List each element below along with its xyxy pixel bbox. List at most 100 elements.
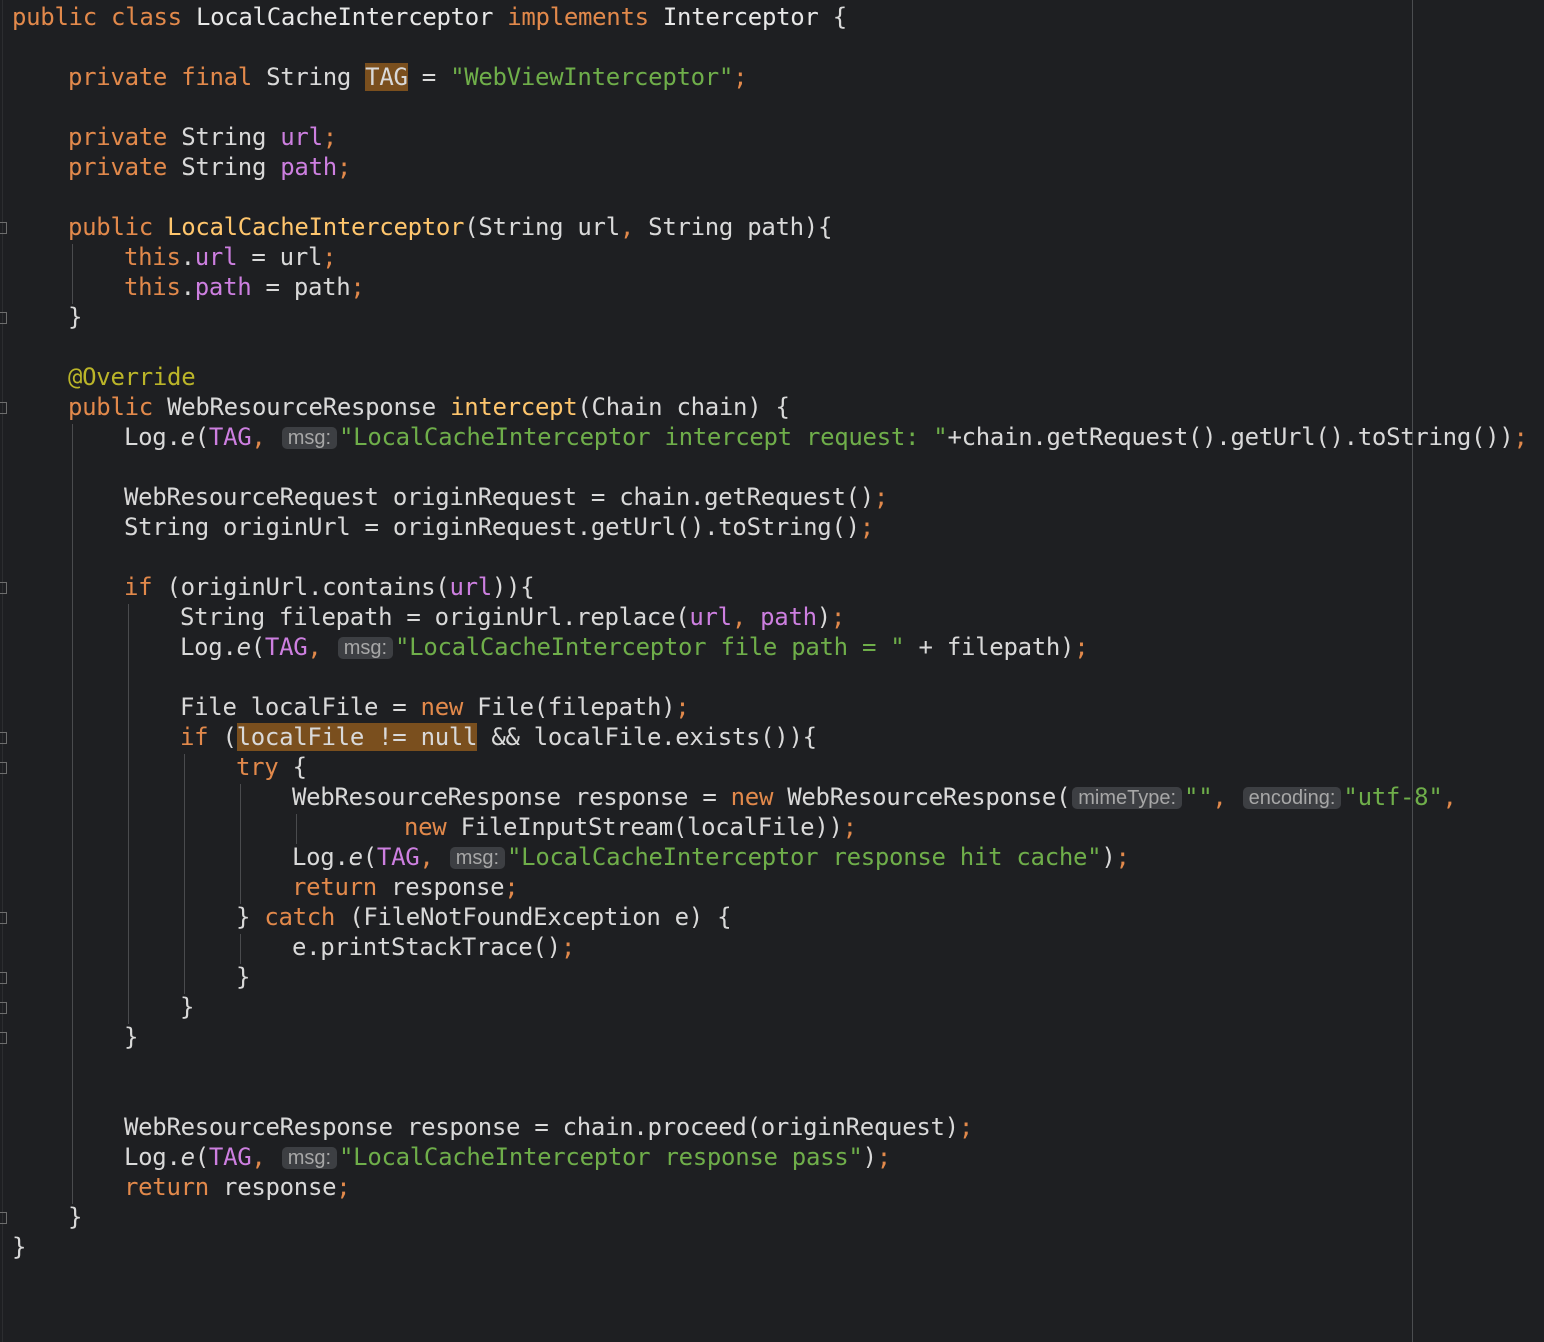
highlighted-identifier: TAG [365,63,408,91]
code-line-close-brace[interactable]: } [236,962,250,992]
code-line-close-brace[interactable]: } [68,302,82,332]
parameter-hint: mimeType: [1072,787,1183,809]
expression: WebResourceResponse response = [292,783,731,811]
code-line-log-hit-cache[interactable]: Log.e(TAG, msg: "LocalCacheInterceptor re… [292,842,1130,872]
brace: } [68,1203,83,1231]
fold-marker-icon[interactable] [0,912,7,924]
code-line-log-filepath[interactable]: Log.e(TAG, msg: "LocalCacheInterceptor fi… [180,632,1089,662]
assignment: = path [251,273,351,301]
expression: (originUrl.contains( [152,573,450,601]
code-line-close-brace[interactable]: } [12,1232,26,1262]
semicolon: ; [733,63,748,91]
code-line-annotation[interactable]: @Override [68,362,196,392]
code-line-origin-url[interactable]: String originUrl = originRequest.getUrl(… [124,512,874,542]
parameter-hint: encoding: [1242,787,1342,809]
type: String [181,123,267,151]
code-line-this-url[interactable]: this.url = url; [124,242,337,272]
indent-guide [296,814,297,844]
field-name: path [760,603,817,631]
fold-marker-icon[interactable] [0,222,7,234]
field-name: path [194,273,252,301]
code-line-file-input-stream[interactable]: new FileInputStream(localFile)); [404,812,857,842]
code-line-tag-field[interactable]: private final String TAG = "WebViewInter… [68,62,748,92]
code-line-intercept-method[interactable]: public WebResourceResponse intercept(Cha… [68,392,790,422]
tag-ref: TAG [208,423,252,451]
code-editor[interactable]: public class LocalCacheInterceptor imple… [0,0,1544,1342]
indent-guide [72,244,73,304]
paren: ( [208,723,237,751]
type: WebResourceResponse [167,393,436,421]
fold-marker-icon[interactable] [0,402,7,414]
code-line-close-brace[interactable]: } [68,1202,82,1232]
code-line-class-declaration[interactable]: public class LocalCacheInterceptor imple… [12,2,847,32]
expression: File localFile = [180,693,421,721]
interface-name: Interceptor [662,3,819,31]
code-line-constructor[interactable]: public LocalCacheInterceptor(String url,… [68,212,832,242]
code-line-log-pass[interactable]: Log.e(TAG, msg: "LocalCacheInterceptor re… [124,1142,891,1172]
semicolon: ; [560,933,575,961]
code-line-origin-request[interactable]: WebResourceRequest originRequest = chain… [124,482,888,512]
keyword: new [730,783,774,811]
fold-marker-icon[interactable] [0,1032,7,1044]
semicolon: ; [859,513,874,541]
code-line-this-path[interactable]: this.path = path; [124,272,365,302]
semicolon: ; [873,483,889,511]
code-line-close-brace[interactable]: } [124,1022,138,1052]
annotation: @Override [68,363,196,391]
expression: )){ [491,573,535,601]
brace: } [236,963,251,991]
semicolon: ; [830,603,846,631]
expression: FileInputStream(localFile)) [446,813,843,841]
code-line-return-response[interactable]: return response; [124,1172,351,1202]
semicolon: ; [322,123,337,151]
string-literal: "LocalCacheInterceptor response pass" [339,1143,863,1171]
comma: , [1442,783,1457,811]
indent-guide [240,934,241,964]
code-line-try[interactable]: try { [236,752,307,782]
parameter-hint: msg: [281,1147,338,1169]
gutter-edge [2,0,3,1342]
semicolon: ; [322,243,337,271]
code-line-if-contains[interactable]: if (originUrl.contains(url)){ [124,572,535,602]
code-line-return-response[interactable]: return response; [292,872,519,902]
constructor-name: LocalCacheInterceptor [167,213,465,241]
semicolon: ; [350,273,365,301]
fold-marker-icon[interactable] [0,582,7,594]
highlighted-expression: localFile != null [236,723,478,751]
brace: } [180,993,195,1021]
paren: ( [250,633,265,661]
code-line-filepath[interactable]: String filepath = originUrl.replace(url,… [180,602,845,632]
code-line-response-new[interactable]: WebResourceResponse response = new WebRe… [292,782,1457,812]
code-line-print-stack-trace[interactable]: e.printStackTrace(); [292,932,575,962]
code-line-path-field[interactable]: private String path; [68,152,351,182]
code-line-url-field[interactable]: private String url; [68,122,337,152]
fold-marker-icon[interactable] [0,732,7,744]
semicolon: ; [1115,843,1130,871]
field-name: url [280,123,323,151]
assignment: = url [237,243,323,271]
fold-marker-icon[interactable] [0,762,7,774]
keyword: if [180,723,209,751]
expression: String filepath = originUrl.replace( [180,603,690,631]
fold-marker-icon[interactable] [0,312,7,324]
string-literal: "LocalCacheInterceptor response hit cach… [507,843,1102,871]
semicolon: ; [504,873,519,901]
tag-ref: TAG [264,633,308,661]
code-line-proceed[interactable]: WebResourceResponse response = chain.pro… [124,1112,973,1142]
code-line-if-exists[interactable]: if (localFile != null && localFile.exist… [180,722,817,752]
log-call: Log. [180,633,237,661]
code-line-local-file[interactable]: File localFile = new File(filepath); [180,692,690,722]
code-line-catch[interactable]: } catch (FileNotFoundException e) { [236,902,732,932]
method-name: e [236,633,251,661]
fold-marker-icon[interactable] [0,1212,7,1224]
log-call: Log. [292,843,349,871]
tag-ref: TAG [376,843,420,871]
keyword: this [124,273,181,301]
semicolon: ; [1074,633,1089,661]
code-line-log-request[interactable]: Log.e(TAG, msg: "LocalCacheInterceptor in… [124,422,1528,452]
fold-marker-icon[interactable] [0,972,7,984]
fold-marker-icon[interactable] [0,1002,7,1014]
semicolon: ; [958,1113,973,1141]
keyword: public [68,213,153,241]
code-line-close-brace[interactable]: } [180,992,194,1022]
